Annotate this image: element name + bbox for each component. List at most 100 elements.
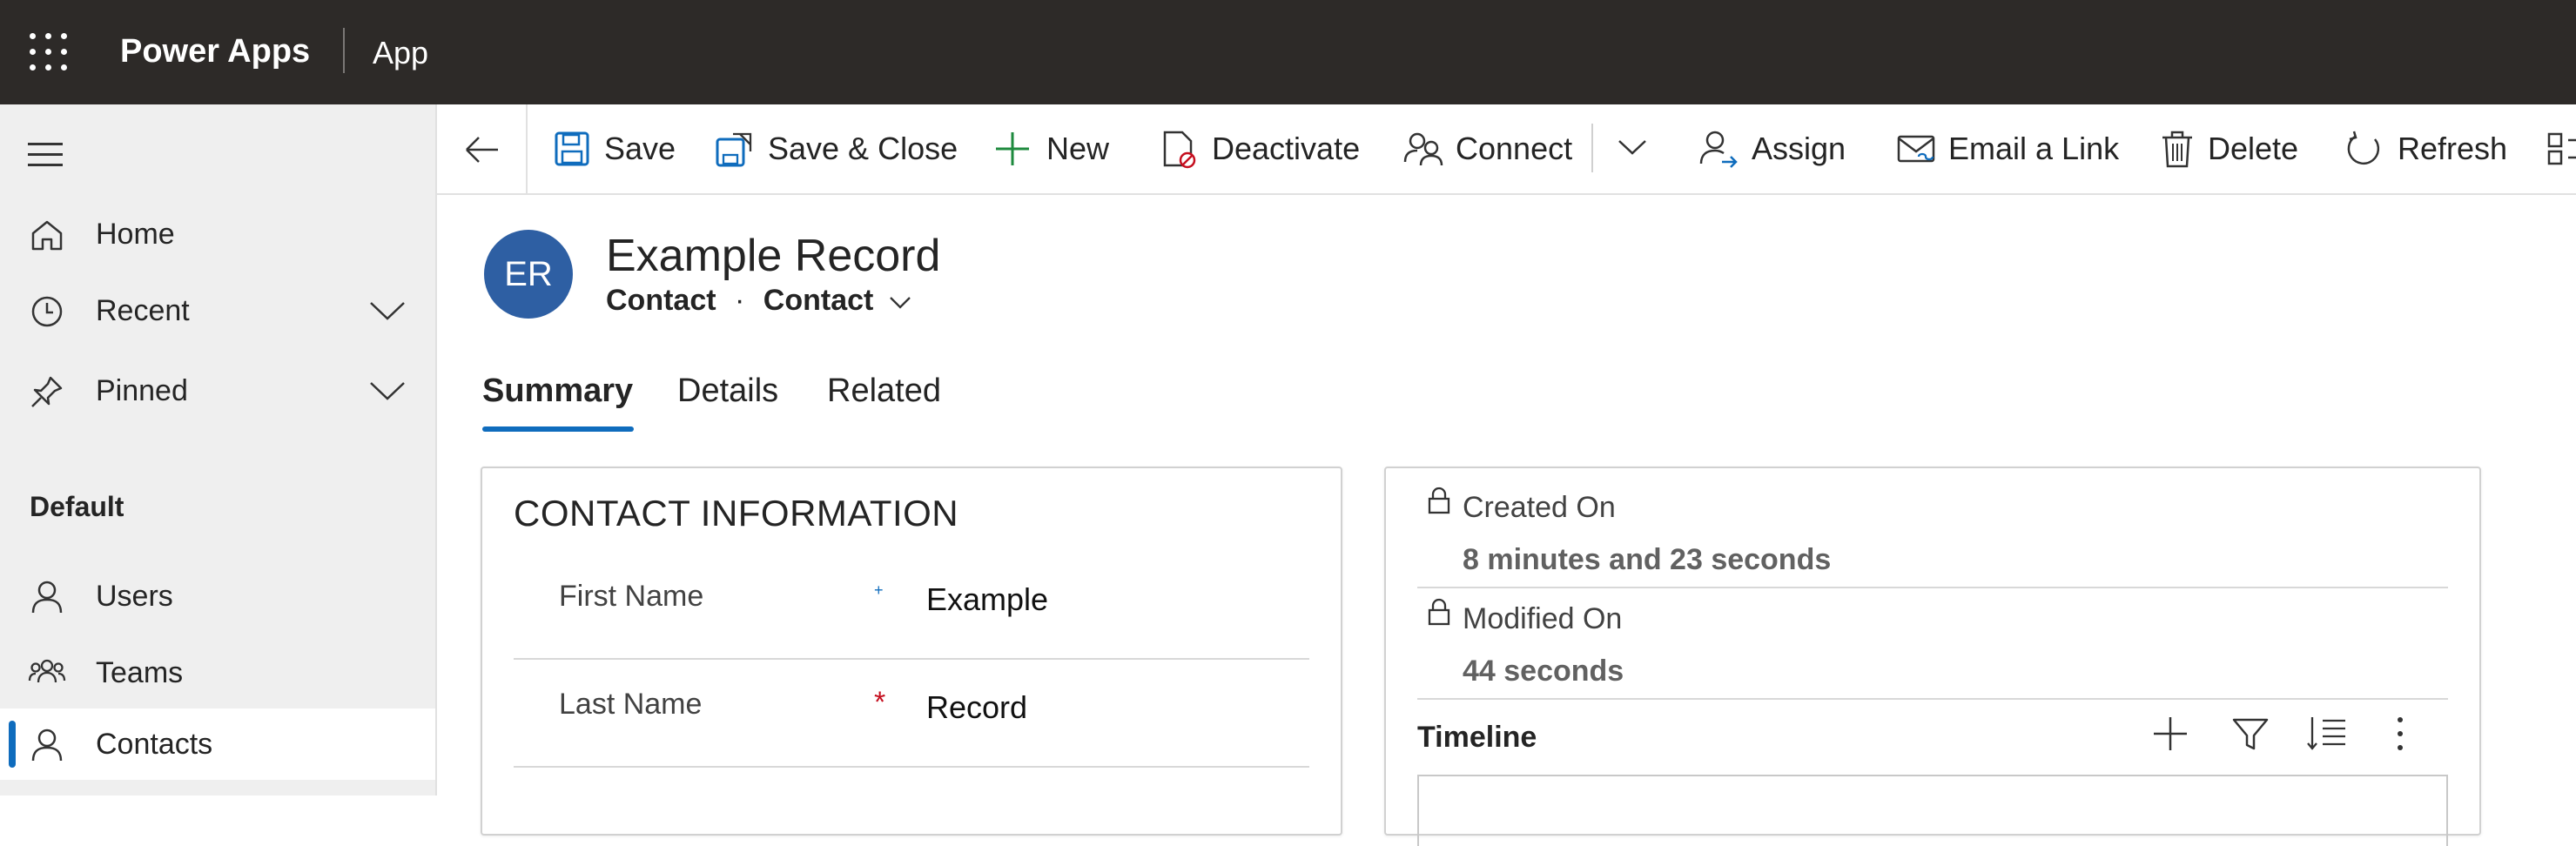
sidebar: Home Recent Pinned Default Users Teams C…	[0, 104, 437, 796]
plus-icon	[996, 132, 1029, 165]
chevron-down-icon	[889, 297, 911, 309]
field-divider	[1417, 698, 2448, 700]
tab-summary[interactable]: Summary	[482, 373, 633, 410]
last-name-label: Last Name	[559, 688, 703, 721]
more-icon[interactable]	[2378, 712, 2422, 755]
email-link-icon	[1897, 135, 1935, 163]
modified-on-value: 44 seconds	[1463, 655, 1624, 688]
save-close-icon	[716, 132, 752, 167]
modified-on-label: Modified On	[1463, 602, 1623, 635]
save-close-label: Save & Close	[768, 131, 958, 166]
deactivate-button[interactable]: Deactivate	[1158, 104, 1367, 193]
command-separator	[1591, 124, 1593, 172]
record-entity: Contact	[606, 284, 716, 317]
brand-title[interactable]: Power Apps	[120, 33, 310, 70]
sidebar-item-label: Contacts	[96, 728, 213, 761]
new-label: New	[1046, 131, 1110, 166]
chevron-down-icon[interactable]	[366, 373, 409, 407]
selected-indicator	[9, 721, 16, 768]
sidebar-section-default: Default	[30, 491, 124, 522]
first-name-label: First Name	[559, 580, 704, 613]
plus-icon[interactable]	[2149, 712, 2192, 755]
record-title: Example Record	[606, 231, 941, 281]
delete-button[interactable]: Delete	[2157, 104, 2314, 193]
required-marker: *	[874, 686, 886, 719]
overflow-icon[interactable]	[2546, 129, 2576, 169]
clock-icon	[31, 296, 63, 327]
user-icon	[31, 728, 63, 762]
connect-icon	[1403, 132, 1443, 166]
save-close-button[interactable]: Save & Close	[714, 104, 958, 193]
record-subtitle: Contact · Contact	[606, 284, 913, 318]
hamburger-icon[interactable]	[26, 141, 64, 169]
chevron-down-icon[interactable]	[1612, 131, 1652, 165]
sidebar-item-label: Teams	[96, 656, 184, 689]
field-divider	[514, 766, 1309, 768]
delete-icon	[2162, 131, 2192, 168]
last-name-field[interactable]: Record	[926, 689, 1027, 726]
timeline-title: Timeline	[1417, 721, 1537, 754]
tab-selected-indicator	[482, 426, 634, 432]
refresh-icon	[2347, 131, 2380, 165]
waffle-icon[interactable]	[30, 33, 68, 71]
field-divider	[514, 658, 1309, 660]
sidebar-item-users[interactable]: Users	[0, 561, 435, 632]
command-divider	[526, 104, 528, 193]
email-link-button[interactable]: Email a Link	[1896, 104, 2122, 193]
home-icon	[31, 220, 63, 251]
app-header: Power Apps App	[0, 0, 2576, 104]
command-bar: Save Save & Close New Deactivate Connect…	[437, 104, 2576, 195]
sidebar-item-pinned[interactable]: Pinned	[0, 355, 435, 426]
form-selector[interactable]: Contact	[763, 284, 913, 317]
back-arrow-icon[interactable]	[454, 127, 510, 172]
tab-details[interactable]: Details	[677, 373, 778, 410]
subtitle-separator: ·	[735, 284, 745, 317]
sidebar-item-label: Recent	[96, 294, 190, 327]
avatar: ER	[484, 230, 573, 319]
field-divider	[1417, 587, 2448, 588]
timeline-divider	[1417, 775, 2448, 776]
section-title: CONTACT INFORMATION	[514, 493, 959, 534]
recommended-marker: +	[874, 581, 884, 599]
sidebar-item-home[interactable]: Home	[0, 198, 435, 270]
refresh-button[interactable]: Refresh	[2344, 104, 2509, 193]
sidebar-item-label: Home	[96, 218, 175, 251]
email-link-label: Email a Link	[1948, 131, 2120, 166]
assign-icon	[1699, 131, 1738, 168]
lock-icon	[1428, 598, 1450, 626]
assign-button[interactable]: Assign	[1699, 104, 1847, 193]
pin-icon	[31, 376, 63, 407]
sidebar-item-recent[interactable]: Recent	[0, 275, 435, 346]
assign-label: Assign	[1752, 131, 1846, 166]
sidebar-item-label: Users	[96, 580, 173, 613]
user-icon	[31, 581, 63, 614]
save-icon	[555, 131, 589, 166]
deactivate-icon	[1163, 131, 1196, 169]
refresh-label: Refresh	[2398, 131, 2508, 166]
save-label: Save	[604, 131, 676, 166]
created-on-label: Created On	[1463, 491, 1616, 524]
header-divider	[343, 28, 345, 73]
sort-icon[interactable]	[2305, 712, 2349, 755]
connect-label: Connect	[1456, 131, 1573, 166]
lock-icon	[1428, 487, 1450, 514]
tab-related[interactable]: Related	[827, 373, 941, 410]
first-name-field[interactable]: Example	[926, 581, 1048, 618]
timeline-panel-edge	[1417, 776, 1419, 846]
connect-button[interactable]: Connect	[1403, 104, 1577, 193]
team-icon	[28, 659, 66, 683]
new-button[interactable]: New	[992, 104, 1114, 193]
sidebar-item-contacts[interactable]: Contacts	[0, 708, 435, 780]
timeline-panel-edge	[2446, 776, 2448, 846]
form-name: Contact	[763, 284, 874, 317]
delete-label: Delete	[2208, 131, 2299, 166]
created-on-value: 8 minutes and 23 seconds	[1463, 543, 1832, 576]
deactivate-label: Deactivate	[1212, 131, 1361, 166]
save-button[interactable]: Save	[552, 104, 683, 193]
record-metadata-section: Created On 8 minutes and 23 seconds Modi…	[1384, 467, 2481, 846]
contact-information-section: CONTACT INFORMATION First Name + Example…	[481, 467, 1342, 836]
filter-icon[interactable]	[2229, 712, 2272, 755]
sidebar-item-teams[interactable]: Teams	[0, 637, 435, 708]
chevron-down-icon[interactable]	[366, 292, 409, 327]
app-name[interactable]: App	[373, 35, 428, 71]
